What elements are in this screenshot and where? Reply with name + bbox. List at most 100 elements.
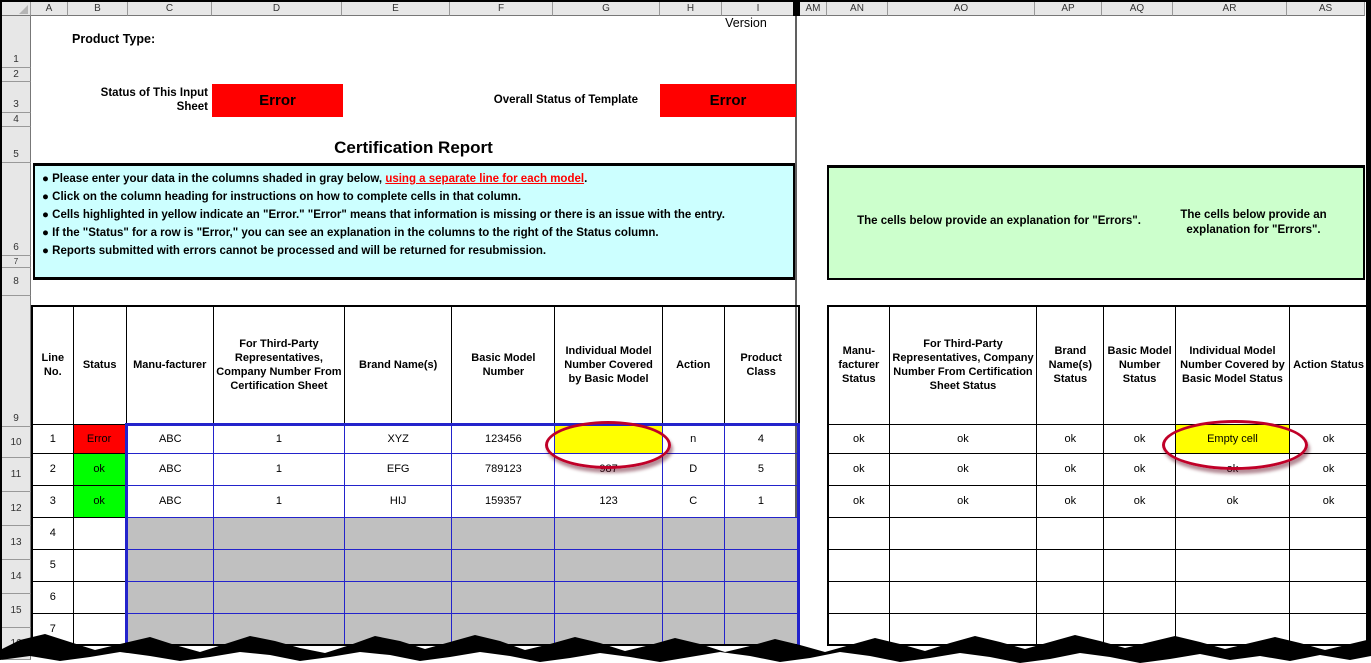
table-cell[interactable]: ok	[1175, 453, 1289, 485]
row-header-2[interactable]: 2	[2, 68, 31, 82]
table-cell[interactable]	[889, 517, 1037, 549]
table-cell[interactable]	[724, 581, 798, 613]
table-cell[interactable]	[345, 517, 452, 549]
column-header-AQ[interactable]: AQ	[1102, 2, 1173, 16]
table-column-header[interactable]: Individual Model Number Covered by Basic…	[555, 306, 662, 424]
table-cell[interactable]	[662, 581, 724, 613]
table-cell[interactable]: 159357	[452, 485, 555, 517]
table-cell[interactable]	[555, 581, 662, 613]
row-header-4[interactable]: 4	[2, 113, 31, 127]
table-cell[interactable]: ok	[1290, 485, 1368, 517]
separate-line-link[interactable]: using a separate line for each model	[385, 173, 584, 185]
status-cell[interactable]	[73, 549, 126, 581]
row-header-15[interactable]: 15	[2, 594, 31, 628]
table-cell[interactable]: ok	[1104, 453, 1175, 485]
table-column-header[interactable]: Brand Name(s) Status	[1037, 306, 1104, 424]
table-cell[interactable]: D	[662, 453, 724, 485]
table-column-header[interactable]: Individual Model Number Covered by Basic…	[1175, 306, 1289, 424]
table-column-header[interactable]: Status	[73, 306, 126, 424]
table-cell[interactable]	[1175, 549, 1289, 581]
table-cell[interactable]	[555, 613, 662, 645]
table-cell[interactable]: EFG	[345, 453, 452, 485]
table-cell[interactable]	[213, 581, 344, 613]
table-cell[interactable]	[1290, 613, 1368, 645]
table-cell[interactable]: ok	[828, 485, 889, 517]
status-cell[interactable]	[73, 581, 126, 613]
table-cell[interactable]	[452, 549, 555, 581]
table-cell[interactable]: 5	[724, 453, 798, 485]
table-cell[interactable]: ABC	[126, 424, 213, 453]
table-cell[interactable]: ok	[1104, 424, 1175, 453]
status-cell[interactable]: ok	[73, 453, 126, 485]
overall-status-badge[interactable]: Error	[660, 84, 796, 117]
table-cell[interactable]	[1037, 517, 1104, 549]
row-header-14[interactable]: 14	[2, 560, 31, 594]
table-column-header[interactable]: Basic Model Number	[452, 306, 555, 424]
table-cell[interactable]	[889, 549, 1037, 581]
table-cell[interactable]	[1037, 581, 1104, 613]
table-cell[interactable]: 1	[213, 485, 344, 517]
table-cell[interactable]: 1	[213, 424, 344, 453]
line-number-cell[interactable]: 1	[32, 424, 73, 453]
column-header-H[interactable]: H	[660, 2, 722, 16]
row-header-16[interactable]: 16	[2, 628, 31, 660]
table-cell[interactable]	[724, 613, 798, 645]
table-cell[interactable]	[213, 517, 344, 549]
line-number-cell[interactable]: 3	[32, 485, 73, 517]
table-cell[interactable]: 789123	[452, 453, 555, 485]
table-cell[interactable]	[662, 517, 724, 549]
column-header-AS[interactable]: AS	[1287, 2, 1365, 16]
table-column-header[interactable]: Manu-facturer	[126, 306, 213, 424]
column-header-D[interactable]: D	[212, 2, 342, 16]
line-number-cell[interactable]: 6	[32, 581, 73, 613]
table-cell[interactable]	[1290, 549, 1368, 581]
table-cell[interactable]: XYZ	[345, 424, 452, 453]
table-cell[interactable]: 987	[555, 453, 662, 485]
table-cell[interactable]	[1037, 613, 1104, 645]
table-cell[interactable]: ok	[1290, 424, 1368, 453]
table-cell[interactable]: ok	[1104, 485, 1175, 517]
table-cell[interactable]	[345, 613, 452, 645]
row-header-11[interactable]: 11	[2, 458, 31, 492]
line-number-cell[interactable]: 2	[32, 453, 73, 485]
row-header-10[interactable]: 10	[2, 427, 31, 458]
column-header-AP[interactable]: AP	[1035, 2, 1102, 16]
row-header-8[interactable]: 8	[2, 268, 31, 296]
table-cell[interactable]: ok	[889, 453, 1037, 485]
table-cell[interactable]	[126, 581, 213, 613]
table-cell[interactable]	[724, 517, 798, 549]
table-cell[interactable]	[828, 517, 889, 549]
table-cell[interactable]	[1104, 581, 1175, 613]
input-sheet-status-badge[interactable]: Error	[212, 84, 343, 117]
table-cell[interactable]	[452, 581, 555, 613]
table-column-header[interactable]: For Third-Party Representatives, Company…	[213, 306, 344, 424]
column-header-G[interactable]: G	[553, 2, 660, 16]
table-cell[interactable]	[828, 613, 889, 645]
table-cell[interactable]	[555, 517, 662, 549]
table-cell[interactable]	[828, 549, 889, 581]
table-column-header[interactable]: Basic Model Number Status	[1104, 306, 1175, 424]
table-cell[interactable]	[889, 581, 1037, 613]
table-cell[interactable]: HIJ	[345, 485, 452, 517]
line-number-cell[interactable]: 4	[32, 517, 73, 549]
table-cell[interactable]	[662, 613, 724, 645]
table-cell[interactable]	[1175, 613, 1289, 645]
row-header-5[interactable]: 5	[2, 127, 31, 163]
column-header-B[interactable]: B	[68, 2, 128, 16]
table-cell[interactable]: C	[662, 485, 724, 517]
table-cell[interactable]: ABC	[126, 485, 213, 517]
column-header-AR[interactable]: AR	[1173, 2, 1287, 16]
table-cell[interactable]: ok	[1037, 453, 1104, 485]
table-cell[interactable]: n	[662, 424, 724, 453]
column-header-AM[interactable]: AM	[800, 2, 827, 16]
table-cell[interactable]	[345, 581, 452, 613]
table-cell[interactable]	[213, 549, 344, 581]
status-cell[interactable]: Error	[73, 424, 126, 453]
table-cell[interactable]: 1	[213, 453, 344, 485]
table-cell[interactable]	[1104, 517, 1175, 549]
table-cell[interactable]: ok	[1175, 485, 1289, 517]
table-cell[interactable]	[1290, 581, 1368, 613]
table-cell[interactable]	[1037, 549, 1104, 581]
table-cell[interactable]: ok	[1037, 485, 1104, 517]
table-column-header[interactable]: Line No.	[32, 306, 73, 424]
